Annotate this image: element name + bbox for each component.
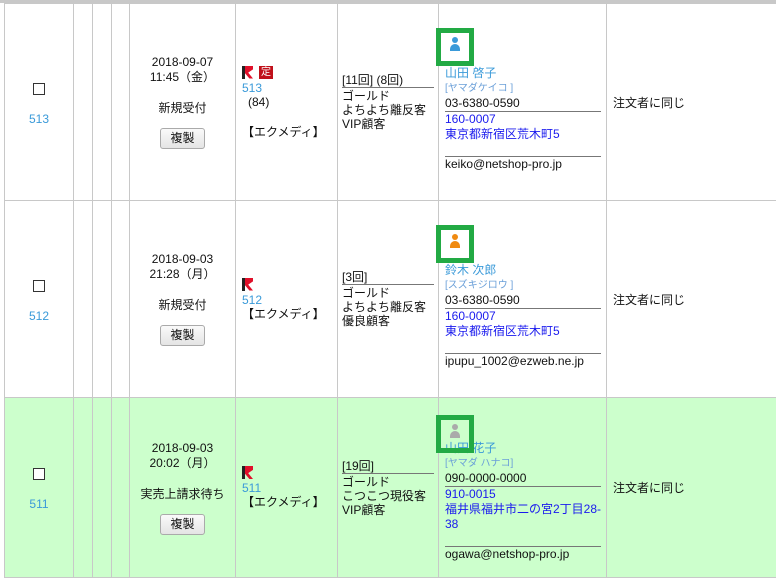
order-time: 11:45（金） [130, 70, 235, 85]
empty-cell [74, 201, 93, 398]
empty-cell [93, 398, 112, 578]
order-date: 2018-09-07 [130, 55, 235, 70]
customer-avatar[interactable] [436, 28, 474, 66]
order-id-link[interactable]: 511 [5, 497, 73, 511]
customer-avatar[interactable] [436, 225, 474, 263]
shipping-cell: 注文者に同じ [607, 4, 776, 201]
source-name: 【エクメディ】 [242, 495, 337, 509]
row-checkbox[interactable] [33, 468, 45, 480]
purchase-count: [19回] [342, 459, 434, 474]
order-date-cell: 2018-09-03 21:28（月） 新規受付 複製 [130, 201, 236, 398]
source-name: 【エクメディ】 [242, 125, 337, 139]
shipping-address: 注文者に同じ [613, 96, 685, 110]
customer-zip: 160-0007 [445, 309, 606, 324]
duplicate-button[interactable]: 複製 [160, 128, 204, 149]
customer-cell: 山田 啓子 [ヤマダケイコ ] 03-6380-0590 160-0007 東京… [439, 4, 607, 201]
customer-name[interactable]: 山田 啓子 [445, 66, 606, 81]
customer-rank: ゴールド [342, 89, 438, 103]
source-order-id[interactable]: 513 [242, 81, 337, 95]
customer-kana: [ヤマダ ハナコ] [445, 456, 606, 471]
purchase-count: [3回] [342, 270, 434, 285]
empty-cell [112, 398, 130, 578]
customer-avatar[interactable] [436, 415, 474, 453]
customer-stats-cell: [3回] ゴールド よちよち離反客 優良顧客 [338, 201, 439, 398]
customer-tier: VIP顧客 [342, 117, 438, 131]
order-time: 21:28（月） [130, 267, 235, 282]
person-icon [450, 37, 460, 53]
order-date: 2018-09-03 [130, 252, 235, 267]
customer-email: ogawa@netshop-pro.jp [445, 546, 601, 562]
customer-tier: 優良顧客 [342, 314, 438, 328]
order-date: 2018-09-03 [130, 441, 235, 456]
row-checkbox[interactable] [33, 280, 45, 292]
source-cell: 定 513 (84) 【エクメディ】 [236, 4, 338, 201]
select-cell: 511 [5, 398, 74, 578]
customer-phone: 090-0000-0000 [445, 471, 601, 487]
duplicate-button[interactable]: 複製 [160, 514, 204, 535]
order-date-cell: 2018-09-07 11:45（金） 新規受付 複製 [130, 4, 236, 201]
subscription-badge: 定 [259, 66, 273, 79]
order-status: 新規受付 [130, 101, 235, 116]
customer-email: ipupu_1002@ezweb.ne.jp [445, 353, 601, 369]
order-status: 実売上請求待ち [130, 487, 235, 502]
ecmedi-logo-icon [242, 66, 253, 79]
select-cell: 513 [5, 4, 74, 201]
customer-stats-cell: [11回] (8回) ゴールド よちよち離反客 VIP顧客 [338, 4, 439, 201]
shipping-cell: 注文者に同じ [607, 398, 776, 578]
ecmedi-logo-icon [242, 278, 253, 291]
customer-kana: [ヤマダケイコ ] [445, 81, 606, 96]
source-count: (84) [242, 95, 337, 109]
empty-cell [93, 4, 112, 201]
person-icon [450, 234, 460, 250]
purchase-count: [11回] (8回) [342, 73, 434, 88]
person-icon [450, 424, 460, 440]
table-row: 511 2018-09-03 20:02（月） 実売上請求待ち 複製 511 【… [5, 398, 776, 578]
customer-cell: 山田 花子 [ヤマダ ハナコ] 090-0000-0000 910-0015 福… [439, 398, 607, 578]
table-row: 513 2018-09-07 11:45（金） 新規受付 複製 定 513 (8… [5, 4, 776, 201]
customer-cell: 鈴木 次郎 [スズキジロウ ] 03-6380-0590 160-0007 東京… [439, 201, 607, 398]
ecmedi-logo-icon [242, 466, 253, 479]
customer-address: 福井県福井市二の宮2丁目28-38 [445, 502, 606, 532]
customer-phone: 03-6380-0590 [445, 96, 601, 112]
customer-segment: よちよち離反客 [342, 103, 438, 117]
shipping-address: 注文者に同じ [613, 293, 685, 307]
empty-cell [74, 4, 93, 201]
empty-cell [74, 398, 93, 578]
row-checkbox[interactable] [33, 83, 45, 95]
customer-tier: VIP顧客 [342, 503, 438, 517]
customer-address: 東京都新宿区荒木町5 [445, 127, 606, 142]
orders-table: 513 2018-09-07 11:45（金） 新規受付 複製 定 513 (8… [4, 3, 776, 578]
customer-email: keiko@netshop-pro.jp [445, 156, 601, 172]
order-status: 新規受付 [130, 298, 235, 313]
source-order-id[interactable]: 511 [242, 481, 337, 495]
source-cell: 512 【エクメディ】 [236, 201, 338, 398]
customer-name[interactable]: 鈴木 次郎 [445, 263, 606, 278]
order-time: 20:02（月） [130, 456, 235, 471]
table-row: 512 2018-09-03 21:28（月） 新規受付 複製 512 【エクメ… [5, 201, 776, 398]
source-cell: 511 【エクメディ】 [236, 398, 338, 578]
customer-rank: ゴールド [342, 286, 438, 300]
customer-segment: こつこつ現役客 [342, 489, 438, 503]
order-date-cell: 2018-09-03 20:02（月） 実売上請求待ち 複製 [130, 398, 236, 578]
customer-address: 東京都新宿区荒木町5 [445, 324, 606, 339]
order-id-link[interactable]: 513 [5, 112, 73, 126]
customer-stats-cell: [19回] ゴールド こつこつ現役客 VIP顧客 [338, 398, 439, 578]
customer-zip: 910-0015 [445, 487, 606, 502]
source-name: 【エクメディ】 [242, 307, 337, 321]
shipping-cell: 注文者に同じ [607, 201, 776, 398]
empty-cell [93, 201, 112, 398]
select-cell: 512 [5, 201, 74, 398]
shipping-address: 注文者に同じ [613, 481, 685, 495]
customer-phone: 03-6380-0590 [445, 293, 601, 309]
customer-zip: 160-0007 [445, 112, 606, 127]
order-id-link[interactable]: 512 [5, 309, 73, 323]
customer-segment: よちよち離反客 [342, 300, 438, 314]
empty-cell [112, 201, 130, 398]
empty-cell [112, 4, 130, 201]
source-order-id[interactable]: 512 [242, 293, 337, 307]
customer-rank: ゴールド [342, 475, 438, 489]
duplicate-button[interactable]: 複製 [160, 325, 204, 346]
customer-kana: [スズキジロウ ] [445, 278, 606, 293]
